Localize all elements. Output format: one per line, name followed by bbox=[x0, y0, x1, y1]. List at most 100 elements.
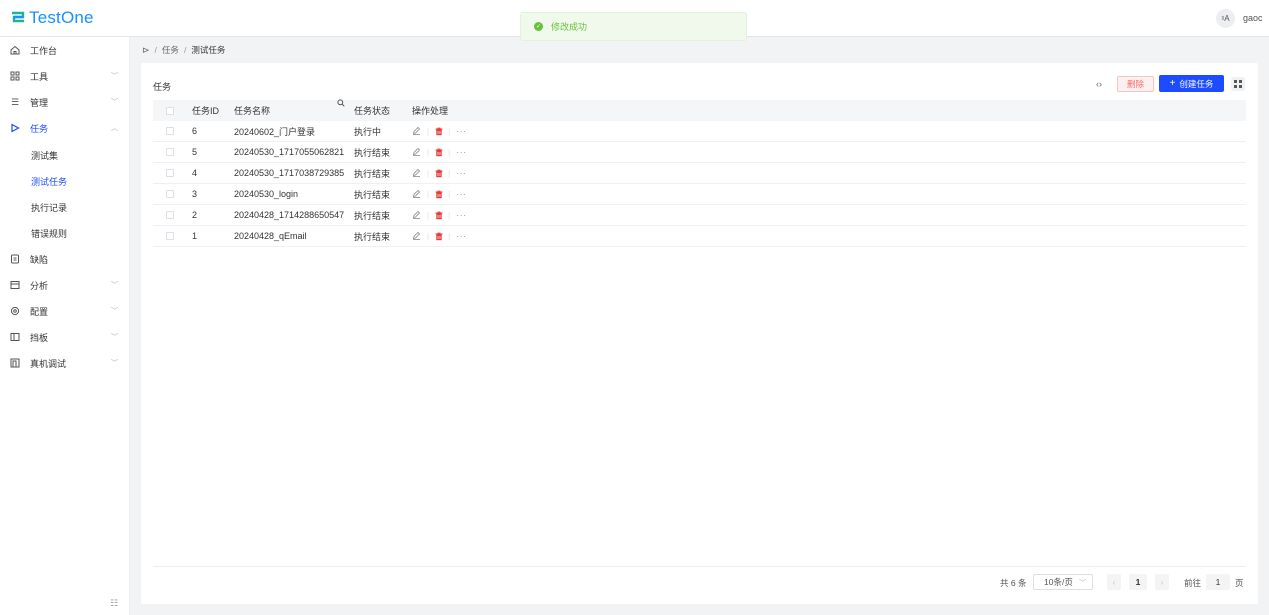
sidebar-item-config[interactable]: 配置 ﹀ bbox=[0, 298, 130, 324]
page-size-select[interactable]: 10条/页 ﹀ bbox=[1033, 574, 1093, 590]
column-settings-icon[interactable] bbox=[1231, 77, 1245, 91]
sidebar-item-analysis[interactable]: 分析 ﹀ bbox=[0, 272, 130, 298]
column-header-status[interactable]: 任务状态 bbox=[354, 104, 412, 117]
sidebar-item-label: 管理 bbox=[30, 97, 49, 108]
sidebar-item-label: 真机调试 bbox=[30, 358, 67, 369]
list-icon: ☰ bbox=[10, 96, 20, 107]
user-name[interactable]: gaoc bbox=[1243, 13, 1263, 23]
edit-icon[interactable] bbox=[412, 168, 422, 179]
row-checkbox[interactable] bbox=[166, 232, 174, 240]
cell-status: 执行结束 bbox=[354, 210, 391, 221]
cell-status: 执行结束 bbox=[354, 231, 391, 242]
logo-icon bbox=[12, 11, 25, 23]
chevron-down-icon: ﹀ bbox=[111, 282, 118, 289]
sidebar-item-label: 缺陷 bbox=[30, 254, 49, 265]
delete-icon[interactable] bbox=[435, 232, 443, 241]
row-checkbox[interactable] bbox=[166, 211, 174, 219]
chevron-down-icon: ﹀ bbox=[111, 99, 118, 106]
column-header-id[interactable]: 任务ID bbox=[183, 104, 234, 117]
delete-button[interactable]: 删除 bbox=[1117, 76, 1154, 92]
next-page-button[interactable]: › bbox=[1155, 574, 1169, 590]
table-header: 任务ID 任务名称 任务状态 操作处理 bbox=[153, 99, 1246, 121]
delete-icon[interactable] bbox=[435, 127, 443, 136]
toast-message: 修改成功 bbox=[551, 22, 588, 32]
create-task-button[interactable]: + 创建任务 bbox=[1159, 75, 1224, 92]
sidebar-item-label: 测试任务 bbox=[31, 176, 68, 187]
cell-name: 20240428_qEmail bbox=[234, 231, 307, 241]
delete-icon[interactable] bbox=[435, 148, 443, 157]
sidebar-item-label: 任务 bbox=[30, 123, 49, 134]
sidebar-item-label: 执行记录 bbox=[31, 202, 68, 213]
collapse-sidebar-icon[interactable]: ☷ bbox=[110, 598, 118, 609]
pagination: 共 6 条 10条/页 ﹀ ‹ 1 › 前往 页 bbox=[141, 574, 1258, 590]
sidebar-item-device-debug[interactable]: 真机调试 ﹀ bbox=[0, 350, 130, 376]
row-checkbox[interactable] bbox=[166, 148, 174, 156]
more-icon[interactable]: ··· bbox=[456, 168, 467, 178]
sidebar-item-tasks[interactable]: 任务 ︿ bbox=[0, 115, 130, 141]
search-icon[interactable] bbox=[337, 99, 345, 109]
goto-unit: 页 bbox=[1235, 578, 1244, 588]
delete-icon[interactable] bbox=[435, 211, 443, 220]
table-row[interactable]: 1 20240428_qEmail 执行结束 | | ··· bbox=[153, 226, 1246, 247]
more-icon[interactable]: ··· bbox=[456, 210, 467, 220]
more-icon[interactable]: ··· bbox=[456, 189, 467, 199]
sidebar-subitem-test-tasks[interactable]: 测试任务 bbox=[0, 168, 130, 194]
cell-ops: | | ··· bbox=[412, 126, 492, 137]
table-row[interactable]: 4 20240530_1717038729385 执行结束 | | ··· bbox=[153, 163, 1246, 184]
cell-name: 20240530_1717055062821 bbox=[234, 147, 345, 157]
row-checkbox[interactable] bbox=[166, 127, 174, 135]
code-toggle-icon[interactable]: ‹› bbox=[1096, 79, 1102, 89]
app-logo[interactable]: TestOne bbox=[10, 8, 94, 28]
sidebar-item-label: 工作台 bbox=[30, 45, 58, 56]
sidebar-subitem-test-sets[interactable]: 测试集 bbox=[0, 142, 130, 168]
sidebar-subitem-execution-records[interactable]: 执行记录 bbox=[0, 194, 130, 220]
bug-doc-icon bbox=[10, 254, 20, 264]
table-row[interactable]: 6 20240602_门户登录 执行中 | | ··· bbox=[153, 121, 1246, 142]
edit-icon[interactable] bbox=[412, 210, 422, 221]
expand-menu-icon[interactable]: ⊳ bbox=[142, 45, 150, 56]
goto-label: 前往 bbox=[1184, 578, 1202, 588]
delete-icon[interactable] bbox=[435, 190, 443, 199]
goto-page-input[interactable] bbox=[1206, 574, 1230, 590]
column-header-name[interactable]: 任务名称 bbox=[234, 99, 354, 117]
prev-page-button[interactable]: ‹ bbox=[1107, 574, 1121, 590]
delete-icon[interactable] bbox=[435, 169, 443, 178]
sidebar-item-defects[interactable]: 缺陷 bbox=[0, 246, 130, 272]
breadcrumb: ⊳ / 任务 / 测试任务 bbox=[142, 44, 226, 56]
sidebar-item-workbench[interactable]: 工作台 bbox=[0, 37, 130, 63]
home-icon bbox=[10, 45, 20, 55]
page-number-current[interactable]: 1 bbox=[1129, 574, 1147, 590]
table-body: 6 20240602_门户登录 执行中 | | ··· 5 20240530_17170550… bbox=[153, 121, 1246, 247]
table-row[interactable]: 2 20240428_1714288650547 执行结束 | | ··· bbox=[153, 205, 1246, 226]
more-icon[interactable]: ··· bbox=[456, 126, 467, 136]
table-row[interactable]: 5 20240530_1717055062821 执行结束 | | ··· bbox=[153, 142, 1246, 163]
pagination-total: 共 6 条 bbox=[1000, 578, 1027, 588]
edit-icon[interactable] bbox=[412, 189, 422, 200]
cell-name: 20240530_login bbox=[234, 189, 299, 199]
translate-icon[interactable]: ᵡA bbox=[1216, 9, 1235, 28]
sidebar-subitem-error-rules[interactable]: 错误规则 bbox=[0, 220, 130, 246]
sidebar-item-label: 配置 bbox=[30, 306, 49, 317]
edit-icon[interactable] bbox=[412, 126, 422, 137]
cell-ops: | | ··· bbox=[412, 168, 492, 179]
sidebar-item-manage[interactable]: ☰ 管理 ﹀ bbox=[0, 89, 130, 115]
table-row[interactable]: 3 20240530_login 执行结束 | | ··· bbox=[153, 184, 1246, 205]
select-all-checkbox[interactable] bbox=[166, 106, 174, 115]
more-icon[interactable]: ··· bbox=[456, 231, 467, 241]
row-checkbox[interactable] bbox=[166, 190, 174, 198]
breadcrumb-current: 测试任务 bbox=[191, 45, 226, 55]
cell-id: 5 bbox=[192, 147, 198, 157]
create-task-label: 创建任务 bbox=[1179, 78, 1214, 89]
sidebar-item-label: 错误规则 bbox=[31, 228, 68, 239]
sidebar-item-baffle[interactable]: 挡板 ﹀ bbox=[0, 324, 130, 350]
sidebar-item-tools[interactable]: 工具 ﹀ bbox=[0, 63, 130, 89]
edit-icon[interactable] bbox=[412, 231, 422, 242]
chevron-down-icon: ﹀ bbox=[111, 73, 118, 80]
sidebar: 工作台 工具 ﹀ ☰ 管理 ﹀ 任务 ︿ 测试集 测试任务 执行记录 错误规则 … bbox=[0, 37, 130, 615]
play-icon bbox=[10, 123, 20, 133]
more-icon[interactable]: ··· bbox=[456, 147, 467, 157]
breadcrumb-item[interactable]: 任务 bbox=[162, 44, 179, 56]
edit-icon[interactable] bbox=[412, 147, 422, 158]
row-checkbox[interactable] bbox=[166, 169, 174, 177]
brand-name: TestOne bbox=[29, 8, 94, 27]
